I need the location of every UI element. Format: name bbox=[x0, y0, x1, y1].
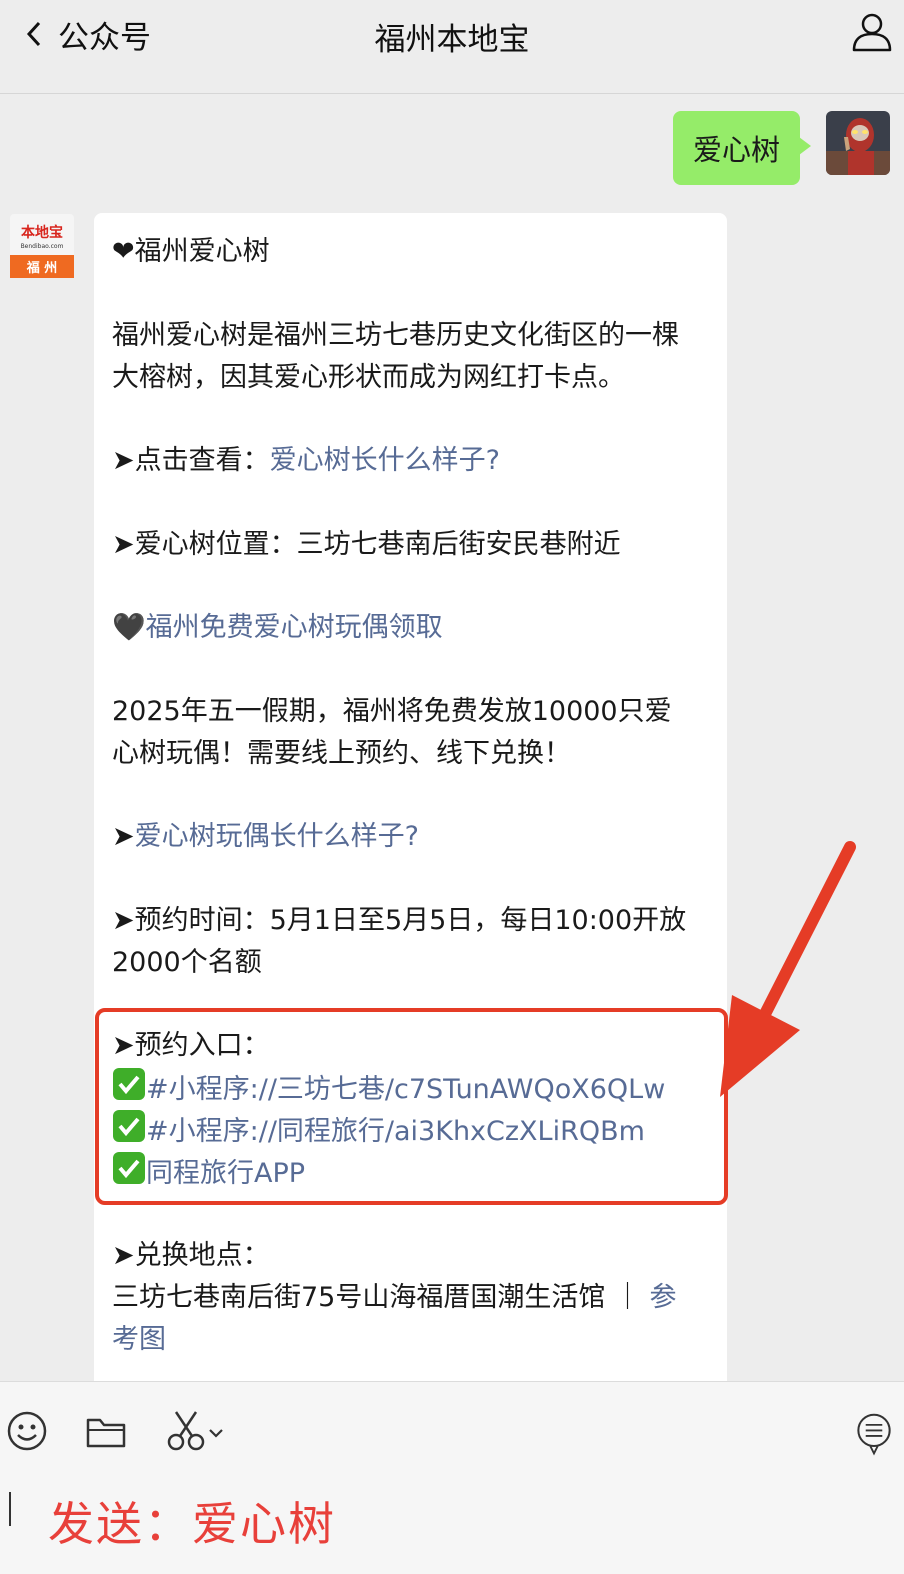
intro-line-1: 福州爱心树是福州三坊七巷历史文化街区的一棵 bbox=[112, 320, 679, 351]
exchange-line-1: 三坊七巷南后街75号山海福厝国潮生活馆 ｜ 参 bbox=[112, 1277, 712, 1319]
folder-icon[interactable] bbox=[86, 1408, 126, 1454]
profile-icon[interactable] bbox=[850, 10, 894, 54]
svg-text:本地宝: 本地宝 bbox=[21, 224, 63, 241]
view-link[interactable]: 爱心树长什么样子? bbox=[270, 445, 500, 476]
scissors-icon[interactable] bbox=[166, 1408, 226, 1454]
nav-bar: 公众号 福州本地宝 bbox=[0, 0, 904, 94]
official-account-avatar[interactable]: 本地宝 Bendibao.com 福 州 bbox=[10, 214, 74, 278]
reference-map-link[interactable]: 参 bbox=[650, 1282, 677, 1313]
doll-prefix: ➤ bbox=[112, 821, 135, 852]
bendibao-logo: 本地宝 Bendibao.com 福 州 bbox=[10, 214, 74, 278]
black-heart-icon: 🖤 bbox=[112, 612, 146, 643]
release-line-1: 2025年五一假期，福州将免费发放10000只爱 bbox=[112, 696, 672, 727]
intro-line-2: 大榕树，因其爱心形状而成为网红打卡点。 bbox=[112, 362, 625, 393]
text-caret bbox=[9, 1492, 11, 1526]
release-line-2: 心树玩偶！需要线上预约、线下兑换！ bbox=[112, 738, 571, 769]
free-line: 🖤福州免费爱心树玩偶领取 bbox=[112, 607, 712, 649]
chat-history-icon[interactable] bbox=[854, 1412, 894, 1458]
svg-text:福 州: 福 州 bbox=[26, 260, 58, 276]
view-prefix: ➤点击查看： bbox=[112, 445, 270, 476]
reference-map-link-cont[interactable]: 考图 bbox=[112, 1324, 166, 1355]
entry-label: ➤预约入口： bbox=[112, 1030, 270, 1061]
view-line: ➤点击查看：爱心树长什么样子? bbox=[112, 440, 712, 482]
free-doll-link[interactable]: 福州免费爱心树玩偶领取 bbox=[146, 612, 443, 643]
doll-link[interactable]: 爱心树玩偶长什么样子? bbox=[135, 821, 419, 852]
back-label: 公众号 bbox=[58, 19, 151, 56]
mini-program-link-2[interactable]: #小程序://同程旅行/ai3KhxCzXLiRQBm bbox=[146, 1116, 645, 1147]
outgoing-bubble[interactable]: 爱心树 bbox=[672, 111, 812, 185]
entry-item-1: #小程序://三坊七巷/c7STunAWQoX6QLw bbox=[112, 1067, 712, 1111]
check-box-icon bbox=[113, 1110, 145, 1142]
svg-text:Bendibao.com: Bendibao.com bbox=[21, 243, 64, 250]
exchange-address: 三坊七巷南后街75号山海福厝国潮生活馆 ｜ bbox=[112, 1282, 650, 1313]
user-avatar-image bbox=[826, 111, 890, 175]
chat-area[interactable]: 爱心树 本地宝 Bendibao.com 福 州 ❤福州爱心树 福州爱心树是福州… bbox=[0, 95, 904, 1381]
entry-item-2: #小程序://同程旅行/ai3KhxCzXLiRQBm bbox=[112, 1109, 712, 1153]
chevron-left-icon bbox=[26, 21, 41, 47]
user-avatar[interactable] bbox=[826, 111, 890, 175]
outgoing-message: 爱心树 bbox=[672, 111, 890, 185]
doll-line: ➤爱心树玩偶长什么样子? bbox=[112, 816, 712, 858]
mini-program-link-1[interactable]: #小程序://三坊七巷/c7STunAWQoX6QLw bbox=[146, 1074, 665, 1105]
check-box-icon bbox=[113, 1152, 145, 1184]
entry-item-3: 同程旅行APP bbox=[112, 1151, 712, 1195]
app-link[interactable]: 同程旅行APP bbox=[146, 1158, 305, 1189]
red-arrow-icon bbox=[720, 841, 856, 1097]
time-line-2: 2000个名额 bbox=[112, 947, 262, 978]
exchange-line-2: 考图 bbox=[112, 1319, 712, 1361]
exchange-label: ➤兑换地点： bbox=[112, 1240, 270, 1271]
back-button[interactable]: 公众号 bbox=[22, 14, 151, 56]
location-line: ➤爱心树位置：三坊七巷南后街安民巷附近 bbox=[112, 529, 621, 560]
message-heading: ❤福州爱心树 bbox=[112, 236, 270, 267]
message-input[interactable]: 发送：爱心树 bbox=[48, 1488, 336, 1554]
emoji-icon[interactable] bbox=[6, 1408, 48, 1454]
check-box-icon bbox=[113, 1068, 145, 1100]
time-line-1: ➤预约时间：5月1日至5月5日，每日10:00开放 bbox=[112, 905, 687, 936]
outgoing-text: 爱心树 bbox=[692, 133, 780, 167]
